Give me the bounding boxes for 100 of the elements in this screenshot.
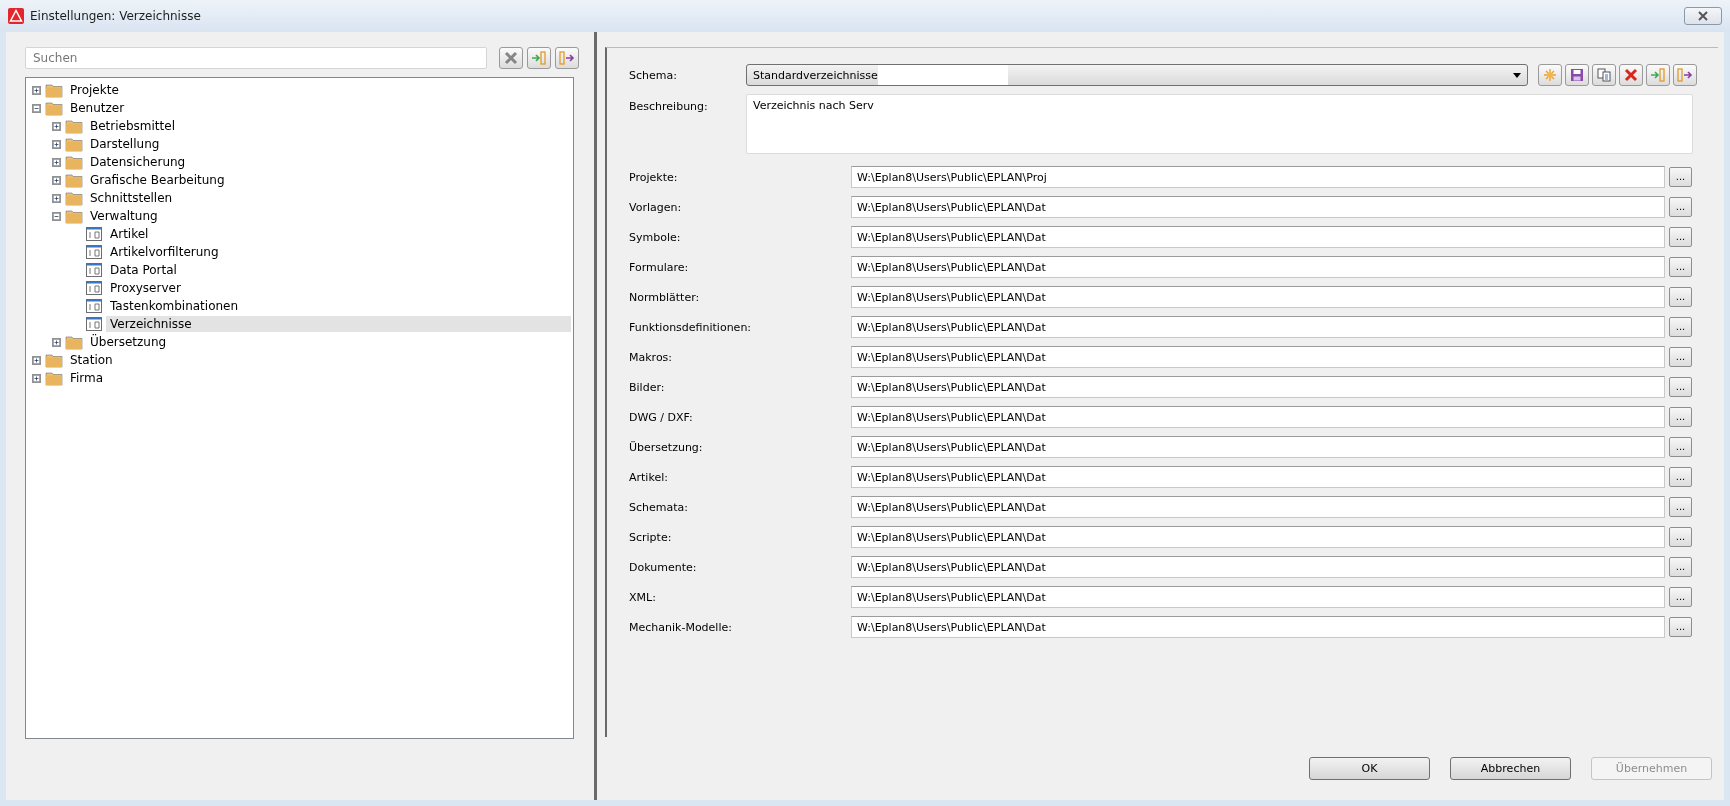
settings-page-icon <box>85 280 103 296</box>
path-field[interactable]: W:\Eplan8\Users\Public\EPLAN\Dat <box>851 526 1665 548</box>
folder-icon <box>45 352 63 368</box>
dialog-button[interactable]: Abbrechen <box>1450 757 1571 780</box>
tree-item[interactable]: Projekte <box>66 82 123 98</box>
field-label: Formulare: <box>629 260 690 274</box>
browse-button[interactable]: ... <box>1669 557 1692 577</box>
browse-button[interactable]: ... <box>1669 167 1692 187</box>
delete-button[interactable] <box>1619 64 1643 86</box>
window-title: Einstellungen: Verzeichnisse <box>30 9 202 23</box>
field-label: Funktionsdefinitionen: <box>629 320 753 334</box>
path-field[interactable]: W:\Eplan8\Users\Public\EPLAN\Dat <box>851 586 1665 608</box>
browse-button[interactable]: ... <box>1669 587 1692 607</box>
browse-button[interactable]: ... <box>1669 347 1692 367</box>
browse-button[interactable]: ... <box>1669 197 1692 217</box>
schema-dropdown[interactable]: Standardverzeichnisse <box>746 64 1528 86</box>
tree-item[interactable]: Verzeichnisse <box>106 316 571 332</box>
path-field[interactable]: W:\Eplan8\Users\Public\EPLAN\Dat <box>851 286 1665 308</box>
path-field[interactable]: W:\Eplan8\Users\Public\EPLAN\Dat <box>851 316 1665 338</box>
path-field[interactable]: W:\Eplan8\Users\Public\EPLAN\Dat <box>851 226 1665 248</box>
tree-item[interactable]: Benutzer <box>66 100 129 116</box>
field-label: Schema: <box>629 68 678 82</box>
expand-icon[interactable] <box>32 85 41 95</box>
folder-icon <box>65 190 83 206</box>
folder-icon <box>45 370 63 386</box>
tree-item[interactable]: Schnittstellen <box>86 190 177 206</box>
tree-item[interactable]: Verwaltung <box>86 208 162 224</box>
copy-button[interactable] <box>1592 64 1616 86</box>
tree-item[interactable]: Proxyserver <box>106 280 185 296</box>
tree-item[interactable]: Artikel <box>106 226 153 242</box>
browse-button[interactable]: ... <box>1669 617 1692 637</box>
expand-icon[interactable] <box>32 373 41 383</box>
expand-icon[interactable] <box>52 139 61 149</box>
import-button[interactable] <box>527 47 551 69</box>
path-field[interactable]: W:\Eplan8\Users\Public\EPLAN\Dat <box>851 346 1665 368</box>
clear-button[interactable] <box>499 47 523 69</box>
close-button[interactable] <box>1684 7 1722 25</box>
export-button[interactable] <box>555 47 579 69</box>
export-icon <box>1677 68 1693 82</box>
save-button[interactable] <box>1565 64 1589 86</box>
path-field[interactable]: W:\Eplan8\Users\Public\EPLAN\Dat <box>851 406 1665 428</box>
browse-button[interactable]: ... <box>1669 377 1692 397</box>
path-field[interactable]: W:\Eplan8\Users\Public\EPLAN\Dat <box>851 256 1665 278</box>
expand-icon[interactable] <box>52 175 61 185</box>
collapse-icon[interactable] <box>32 103 41 113</box>
description-field[interactable]: Verzeichnis nach Serv <box>746 94 1693 154</box>
tree-item[interactable]: Artikelvorfilterung <box>106 244 223 260</box>
tree-item[interactable]: Tastenkombinationen <box>106 298 243 314</box>
field-label: Symbole: <box>629 230 682 244</box>
dialog-button[interactable]: OK <box>1309 757 1430 780</box>
collapse-icon[interactable] <box>52 211 61 221</box>
browse-button[interactable]: ... <box>1669 407 1692 427</box>
path-field[interactable]: W:\Eplan8\Users\Public\EPLAN\Dat <box>851 196 1665 218</box>
browse-button[interactable]: ... <box>1669 317 1692 337</box>
browse-button[interactable]: ... <box>1669 227 1692 247</box>
field-label: Beschreibung: <box>629 100 709 113</box>
expand-icon[interactable] <box>52 157 61 167</box>
caret-icon <box>1513 72 1521 78</box>
copy-icon <box>1596 68 1612 82</box>
path-field[interactable]: W:\Eplan8\Users\Public\EPLAN\Dat <box>851 496 1665 518</box>
field-label: Übersetzung: <box>629 440 704 454</box>
browse-button[interactable]: ... <box>1669 527 1692 547</box>
tree-item[interactable]: Übersetzung <box>86 334 171 350</box>
expand-icon[interactable] <box>32 355 41 365</box>
settings-page-icon <box>85 244 103 260</box>
import-button[interactable] <box>1646 64 1670 86</box>
tree-item[interactable]: Betriebsmittel <box>86 118 179 134</box>
tree-item[interactable]: Darstellung <box>86 136 164 152</box>
delete-icon <box>1624 68 1638 82</box>
path-field[interactable]: W:\Eplan8\Users\Public\EPLAN\Dat <box>851 466 1665 488</box>
browse-button[interactable]: ... <box>1669 437 1692 457</box>
export-icon <box>559 51 575 65</box>
path-field[interactable]: W:\Eplan8\Users\Public\EPLAN\Dat <box>851 556 1665 578</box>
field-label: Mechanik-Modelle: <box>629 620 733 634</box>
expand-icon[interactable] <box>52 337 61 347</box>
field-label: Makros: <box>629 350 674 364</box>
new-button[interactable] <box>1538 64 1562 86</box>
tree-item[interactable]: Data Portal <box>106 262 181 278</box>
field-label: Artikel: <box>629 470 669 484</box>
path-field[interactable]: W:\Eplan8\Users\Public\EPLAN\Dat <box>851 436 1665 458</box>
field-label: Projekte: <box>629 170 679 184</box>
browse-button[interactable]: ... <box>1669 287 1692 307</box>
tree-item[interactable]: Station <box>66 352 117 368</box>
path-field[interactable]: W:\Eplan8\Users\Public\EPLAN\Dat <box>851 616 1665 638</box>
browse-button[interactable]: ... <box>1669 257 1692 277</box>
import-icon <box>531 51 547 65</box>
field-label: DWG / DXF: <box>629 410 694 424</box>
tree-item[interactable]: Datensicherung <box>86 154 190 170</box>
field-label: Dokumente: <box>629 560 698 574</box>
expand-icon[interactable] <box>52 193 61 203</box>
tree-item[interactable]: Firma <box>66 370 108 386</box>
export-button[interactable] <box>1673 64 1697 86</box>
browse-button[interactable]: ... <box>1669 497 1692 517</box>
path-field[interactable]: W:\Eplan8\Users\Public\EPLAN\Proj <box>851 166 1665 188</box>
settings-page-icon <box>85 298 103 314</box>
expand-icon[interactable] <box>52 121 61 131</box>
browse-button[interactable]: ... <box>1669 467 1692 487</box>
search-field[interactable]: Suchen <box>25 47 487 69</box>
tree-item[interactable]: Grafische Bearbeitung <box>86 172 229 188</box>
path-field[interactable]: W:\Eplan8\Users\Public\EPLAN\Dat <box>851 376 1665 398</box>
